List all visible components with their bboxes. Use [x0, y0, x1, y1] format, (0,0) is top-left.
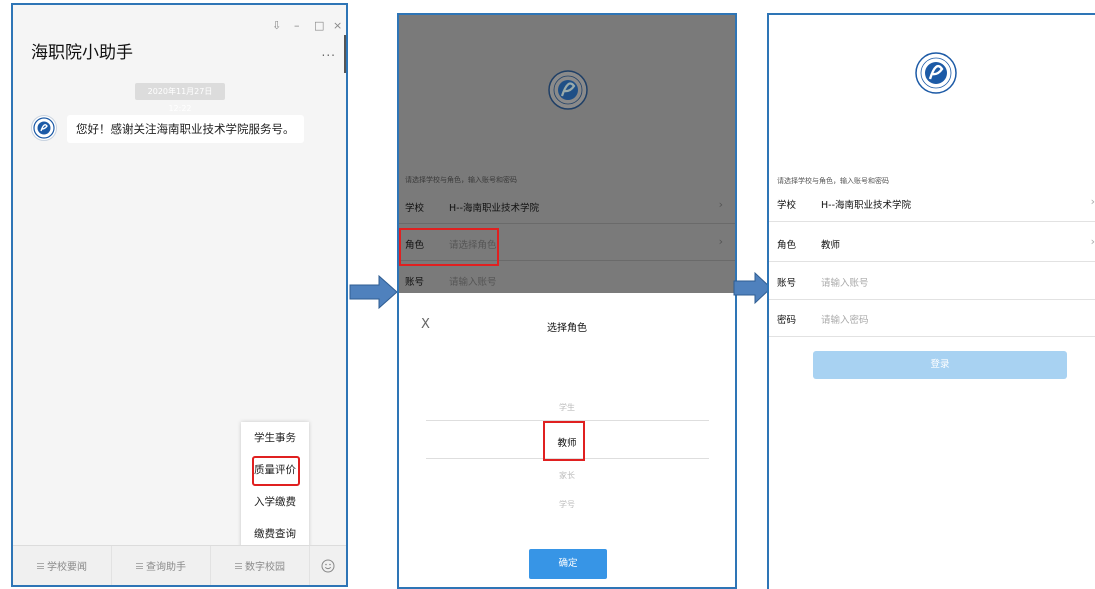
confirm-button[interactable]: 确定 [529, 549, 607, 579]
sheet-title: 选择角色 [547, 323, 587, 334]
chat-title: 海职院小助手 [31, 43, 133, 63]
chat-window: ⇩ – □ × 海职院小助手 ... 2020年11月27日 12:22 您好！… [11, 3, 348, 587]
password-label: 密码 [777, 315, 797, 326]
highlight-box [252, 456, 300, 486]
tab-school-news[interactable]: 学校要闻 [13, 546, 112, 585]
menu-icon [136, 562, 143, 569]
arrow-right-icon [349, 274, 398, 310]
menu-icon [37, 562, 44, 569]
school-logo-icon [915, 52, 957, 94]
window-edge [344, 35, 346, 73]
role-row[interactable]: 角色 教师 › [769, 225, 1095, 262]
pin-icon[interactable]: ⇩ [272, 19, 281, 32]
close-icon[interactable]: × [333, 19, 342, 32]
chevron-right-icon: › [718, 198, 723, 211]
tutorial-screenshot: ⇩ – □ × 海职院小助手 ... 2020年11月27日 12:22 您好！… [0, 0, 1095, 589]
bottom-menu-bar: 学校要闻 查询助手 数字校园 [13, 545, 346, 585]
emoji-button[interactable] [310, 546, 346, 585]
login-button[interactable]: 登录 [813, 351, 1067, 379]
school-label: 学校 [405, 203, 425, 214]
role-option-other[interactable]: 学号 [399, 499, 735, 510]
account-label: 账号 [777, 278, 797, 289]
dimmed-overlay: 请选择学校与角色，输入账号和密码 学校 H--海南职业技术学院 › 角色 请选择… [399, 15, 735, 293]
password-row: 密码 请输入密码 [769, 300, 1095, 337]
maximize-icon[interactable]: □ [314, 19, 324, 32]
school-logo-icon [548, 70, 588, 110]
chevron-right-icon: › [718, 235, 723, 248]
menu-item-student-affairs[interactable]: 学生事务 [241, 422, 309, 454]
menu-icon [235, 562, 242, 569]
tab-label: 学校要闻 [47, 562, 87, 573]
school-row[interactable]: 学校 H--海南职业技术学院 › [769, 185, 1095, 222]
form-hint: 请选择学校与角色，输入账号和密码 [405, 176, 517, 184]
message-timestamp: 2020年11月27日 12:22 [135, 83, 225, 113]
highlight-box [399, 228, 499, 266]
school-logo-icon [33, 117, 55, 139]
role-picker-sheet: X 选择角色 学生 教师 家长 学号 确定 [399, 293, 735, 587]
chevron-right-icon: › [1090, 235, 1095, 248]
account-row: 账号 请输入账号 [769, 263, 1095, 300]
password-input[interactable]: 请输入密码 [821, 312, 869, 326]
account-placeholder: 请输入账号 [449, 277, 497, 288]
school-value: H--海南职业技术学院 [821, 200, 911, 211]
more-options-icon[interactable]: ... [322, 45, 336, 59]
chevron-right-icon: › [1090, 195, 1095, 208]
role-select-screen: 请选择学校与角色，输入账号和密码 学校 H--海南职业技术学院 › 角色 请选择… [397, 13, 737, 589]
account-input[interactable]: 请输入账号 [821, 275, 869, 289]
school-value: H--海南职业技术学院 [449, 203, 539, 214]
smiley-icon [321, 559, 335, 572]
school-row[interactable]: 学校 H--海南职业技术学院 › [399, 188, 735, 224]
account-label: 账号 [405, 277, 425, 288]
school-label: 学校 [777, 200, 797, 211]
avatar [31, 115, 57, 141]
role-option-parent[interactable]: 家长 [399, 470, 735, 481]
role-value: 教师 [821, 240, 841, 251]
login-screen: 请选择学校与角色，输入账号和密码 学校 H--海南职业技术学院 › 角色 教师 … [767, 13, 1095, 589]
tab-digital-campus[interactable]: 数字校园 [211, 546, 310, 585]
tab-label: 查询助手 [146, 562, 186, 573]
highlight-box [543, 421, 585, 461]
role-label: 角色 [777, 240, 797, 251]
message-bubble: 您好！感谢关注海南职业技术学院服务号。 [67, 115, 304, 143]
popup-menu: 学生事务 质量评价 入学缴费 缴费查询 [241, 422, 309, 552]
tab-query-assistant[interactable]: 查询助手 [112, 546, 211, 585]
minimize-icon[interactable]: – [294, 19, 300, 32]
tab-label: 数字校园 [245, 562, 285, 573]
menu-item-enrollment-payment[interactable]: 入学缴费 [241, 486, 309, 518]
role-option-student[interactable]: 学生 [399, 402, 735, 413]
